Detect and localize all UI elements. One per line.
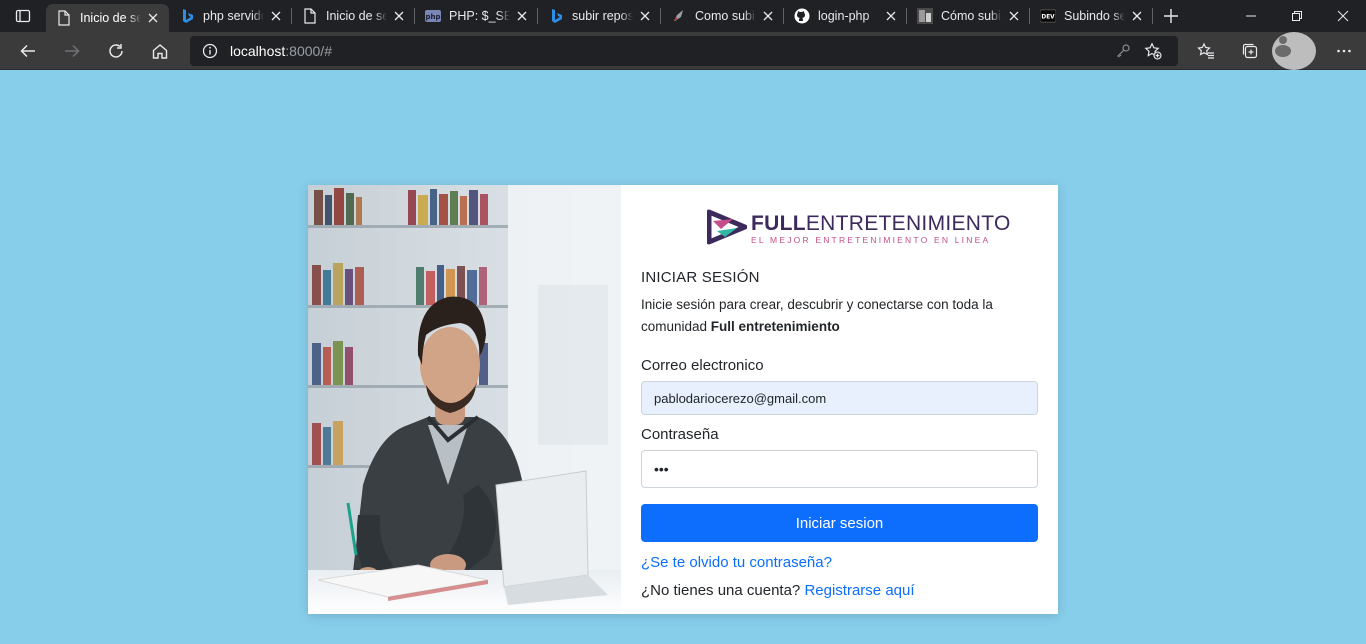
add-favorite-button[interactable] (1138, 39, 1168, 63)
close-tab-icon[interactable] (514, 8, 530, 24)
bing-icon (179, 8, 195, 24)
email-field[interactable]: pablodariocerezo@gmail.com (641, 381, 1038, 415)
close-tab-icon[interactable] (391, 8, 407, 24)
play-logo-icon (707, 209, 747, 245)
plus-icon (1164, 9, 1178, 23)
student-photo (308, 185, 621, 614)
register-prefix: ¿No tienes una cuenta? (641, 582, 801, 599)
image-icon (917, 8, 933, 24)
avatar (1272, 31, 1316, 70)
photo-illustration (308, 185, 621, 614)
tab-3[interactable]: php PHP: $_SERVER (415, 0, 538, 32)
restore-button[interactable] (1274, 0, 1320, 32)
restore-icon (1292, 11, 1302, 21)
password-key-button[interactable] (1108, 39, 1138, 63)
rocket-icon (671, 8, 687, 24)
arrow-right-icon (65, 44, 80, 57)
url-host: localhost (230, 42, 286, 59)
tab-8[interactable]: DEV Subindo se (1030, 0, 1153, 32)
tab-title: Subindo se (1064, 9, 1125, 23)
tab-2[interactable]: Inicio de sesión (292, 0, 415, 32)
collections-button[interactable] (1228, 32, 1272, 70)
php-icon: php (425, 8, 441, 24)
logo-light: ENTRETENIMIENTO (805, 212, 1011, 235)
tab-5[interactable]: Como subir (661, 0, 784, 32)
minimize-icon (1246, 15, 1256, 17)
dev-icon: DEV (1040, 8, 1056, 24)
window-controls (1228, 0, 1366, 32)
refresh-button[interactable] (94, 32, 138, 70)
register-link[interactable]: Registrarse aquí (804, 582, 914, 599)
profile-button[interactable] (1272, 31, 1316, 70)
forgot-password-link[interactable]: ¿Se te olvido tu contraseña? (641, 554, 832, 571)
form-heading: INICIAR SESIÓN (641, 269, 760, 286)
close-tab-icon[interactable] (268, 8, 284, 24)
close-tab-icon[interactable] (1006, 8, 1022, 24)
toolbar-right (1184, 31, 1366, 70)
login-button[interactable]: Iniciar sesion (641, 504, 1038, 542)
close-tab-icon[interactable] (145, 10, 161, 26)
settings-menu-button[interactable] (1322, 32, 1366, 70)
tab-1[interactable]: php servidor (169, 0, 292, 32)
tab-title: Cómo subir (941, 9, 1002, 23)
forward-button[interactable] (50, 32, 94, 70)
close-icon (1337, 10, 1349, 22)
close-tab-icon[interactable] (637, 8, 653, 24)
key-icon (1117, 43, 1130, 57)
description-brand: Full entretenimiento (710, 319, 840, 334)
tab-title: Como subir (695, 9, 756, 23)
register-prompt: ¿No tienes una cuenta? Registrarse aquí (641, 582, 915, 599)
tab-actions-button[interactable] (0, 0, 46, 32)
url-text[interactable]: localhost:8000/# (230, 43, 1108, 59)
home-button[interactable] (138, 32, 182, 70)
back-button[interactable] (6, 32, 50, 70)
password-label: Contraseña (641, 426, 719, 443)
arrow-left-icon (20, 44, 35, 57)
logo-tagline: EL MEJOR ENTRETENIMIENTO EN LINEA (751, 235, 991, 245)
tab-strip: Inicio de sesión php servidor Inicio de se… (0, 0, 1366, 32)
close-tab-icon[interactable] (1129, 8, 1145, 24)
tab-title: PHP: $_SERVER (449, 9, 510, 23)
url-path: :8000/# (285, 42, 332, 59)
svg-text:DEV: DEV (1041, 15, 1055, 21)
bing-icon (548, 8, 564, 24)
tab-4[interactable]: subir repositorio (538, 0, 661, 32)
logo-bold: FULL (751, 212, 806, 235)
tab-title: Inicio de sesión (326, 9, 387, 23)
page-viewport: FULLENTRETENIMIENTO EL MEJOR ENTRETENIMI… (0, 71, 1366, 644)
tab-6[interactable]: login-php (784, 0, 907, 32)
collections-icon (1242, 43, 1258, 58)
browser-toolbar: localhost:8000/# (0, 31, 1366, 70)
page-icon (302, 8, 318, 24)
close-tab-icon[interactable] (883, 8, 899, 24)
tab-title: login-php (818, 9, 870, 23)
tab-actions-icon (15, 9, 31, 23)
login-form: FULLENTRETENIMIENTO EL MEJOR ENTRETENIMI… (621, 185, 1058, 614)
github-icon (794, 8, 810, 24)
favorites-icon (1197, 42, 1214, 59)
close-tab-icon[interactable] (760, 8, 776, 24)
home-icon (152, 43, 168, 59)
tab-0[interactable]: Inicio de sesión (46, 4, 169, 32)
email-label: Correo electronico (641, 357, 764, 374)
more-icon (1337, 49, 1351, 52)
page-icon (56, 10, 72, 26)
info-icon[interactable] (202, 43, 218, 59)
favorites-button[interactable] (1184, 32, 1228, 70)
brand-logo: FULLENTRETENIMIENTO EL MEJOR ENTRETENIMI… (707, 209, 1011, 249)
login-card: FULLENTRETENIMIENTO EL MEJOR ENTRETENIMI… (308, 185, 1058, 614)
password-field[interactable]: ••• (641, 450, 1038, 488)
form-description: Inicie sesión para crear, descubrir y co… (641, 294, 1041, 338)
close-window-button[interactable] (1320, 0, 1366, 32)
tab-title: subir repositorio (572, 9, 633, 23)
refresh-icon (109, 43, 123, 58)
svg-text:php: php (425, 13, 440, 21)
tab-title: php servidor (203, 9, 264, 23)
address-bar[interactable]: localhost:8000/# (190, 35, 1178, 66)
star-add-icon (1144, 41, 1162, 60)
minimize-button[interactable] (1228, 0, 1274, 32)
tab-title: Inicio de sesión (80, 11, 141, 25)
new-tab-button[interactable] (1153, 0, 1189, 32)
tab-7[interactable]: Cómo subir (907, 0, 1030, 32)
